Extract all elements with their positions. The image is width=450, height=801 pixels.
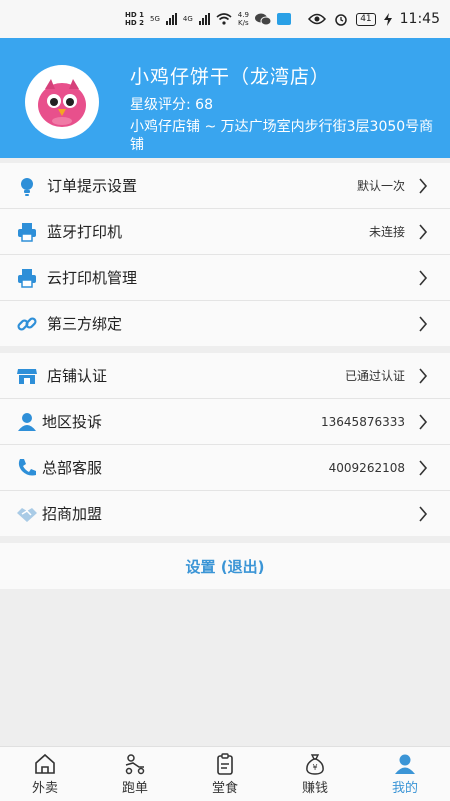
row-label: 招商加盟 [42, 505, 103, 523]
row-bluetooth-printer[interactable]: 蓝牙打印机 未连接 [0, 209, 450, 255]
row-value[interactable]: 4009262108 [329, 461, 405, 475]
logout-button[interactable]: 设置 (退出) [0, 543, 450, 589]
row-label: 总部客服 [42, 459, 103, 477]
sim-indicators: HD 1 HD 2 [125, 11, 144, 27]
chevron-right-icon [419, 223, 428, 240]
row-cloud-printer[interactable]: 云打印机管理 [0, 255, 450, 301]
chevron-right-icon [419, 177, 428, 194]
sim1-label: HD 1 [125, 11, 144, 19]
eye-icon [308, 13, 327, 25]
nav-label: 堂食 [211, 781, 238, 796]
row-label: 蓝牙打印机 [47, 223, 123, 241]
row-label: 第三方绑定 [47, 315, 123, 333]
settings-group-1: 订单提示设置 默认一次 蓝牙打印机 未连接 云打印机管理 第三方绑定 [0, 163, 450, 346]
shop-header: 小鸡仔饼干（龙湾店） 星级评分: 68 小鸡仔店铺 ~ 万达广场室内步行街3层3… [0, 38, 450, 158]
chevron-right-icon [419, 315, 428, 332]
printer-icon [18, 223, 36, 242]
network-5g-label: 5G [149, 15, 160, 23]
nav-label: 赚钱 [301, 781, 328, 796]
nav-errands[interactable]: 跑单 [90, 747, 180, 801]
chevron-right-icon [419, 459, 428, 476]
row-franchise[interactable]: 招商加盟 [0, 491, 450, 536]
shop-name: 小鸡仔饼干（龙湾店） [130, 66, 331, 88]
row-order-alert-settings[interactable]: 订单提示设置 默认一次 [0, 163, 450, 209]
clock: 11:45 [399, 11, 440, 27]
wifi-icon [216, 13, 232, 25]
bottom-nav: 外卖 跑单 堂食 ¥ 赚钱 我的 [0, 746, 450, 801]
row-store-verification[interactable]: 店铺认证 已通过认证 [0, 353, 450, 399]
shop-avatar[interactable] [25, 65, 99, 139]
profile-icon [395, 754, 415, 774]
net-speed-value: 4.9 [237, 11, 249, 19]
chevron-right-icon [419, 367, 428, 384]
row-hq-customer-service[interactable]: 总部客服 4009262108 [0, 445, 450, 491]
net-speed: 4.9 K/s [238, 11, 249, 27]
logout-label: 设置 (退出) [185, 557, 265, 576]
app-notification-icon [276, 13, 291, 25]
row-third-party-binding[interactable]: 第三方绑定 [0, 301, 450, 346]
signal-icon [165, 13, 177, 25]
settings-group-2: 店铺认证 已通过认证 地区投诉 13645876333 总部客服 4009262… [0, 353, 450, 536]
chevron-right-icon [419, 269, 428, 286]
shop-address: 小鸡仔店铺 ~ 万达广场室内步行街3层3050号商铺 [130, 119, 434, 153]
nav-takeout[interactable]: 外卖 [0, 747, 90, 801]
phone-icon [18, 459, 36, 476]
sim2-label: HD 2 [125, 19, 144, 27]
bulb-icon [21, 178, 33, 196]
chevron-right-icon [419, 413, 428, 430]
row-value: 默认一次 [356, 179, 405, 193]
money-bag-icon: ¥ [306, 754, 324, 775]
network-4g-label: 4G [182, 15, 193, 23]
status-bar: HD 1 HD 2 5G 4G 4.9 K/s 41 11:45 [0, 0, 450, 38]
row-label: 店铺认证 [47, 367, 108, 385]
nav-mine[interactable]: 我的 [360, 747, 450, 801]
net-speed-unit: K/s [238, 19, 249, 27]
nav-label: 跑单 [121, 781, 148, 796]
battery-icon: 41 [356, 12, 376, 26]
alarm-icon [335, 14, 347, 26]
nav-dine-in[interactable]: 堂食 [180, 747, 270, 801]
link-icon [17, 317, 37, 331]
wechat-icon [254, 13, 271, 25]
chick-avatar-icon [38, 79, 86, 127]
printer-icon [18, 269, 36, 288]
chevron-right-icon [419, 505, 428, 522]
store-icon [17, 369, 37, 384]
row-value: 未连接 [368, 225, 405, 239]
nav-label: 外卖 [31, 781, 58, 796]
person-icon [18, 413, 36, 431]
signal-icon-2 [198, 13, 210, 25]
row-value[interactable]: 13645876333 [321, 415, 405, 429]
clipboard-icon [217, 753, 233, 775]
row-label: 订单提示设置 [47, 177, 138, 195]
row-regional-complaint[interactable]: 地区投诉 13645876333 [0, 399, 450, 445]
handshake-icon [17, 508, 37, 522]
nav-earn[interactable]: ¥ 赚钱 [270, 747, 360, 801]
row-value: 已通过认证 [344, 369, 405, 383]
svg-text:¥: ¥ [312, 763, 317, 772]
home-icon [35, 753, 55, 774]
charging-icon [383, 12, 392, 26]
courier-icon [125, 754, 145, 775]
shop-rating: 星级评分: 68 [130, 97, 213, 113]
nav-label: 我的 [391, 781, 418, 796]
row-label: 云打印机管理 [47, 269, 138, 287]
row-label: 地区投诉 [42, 413, 103, 431]
